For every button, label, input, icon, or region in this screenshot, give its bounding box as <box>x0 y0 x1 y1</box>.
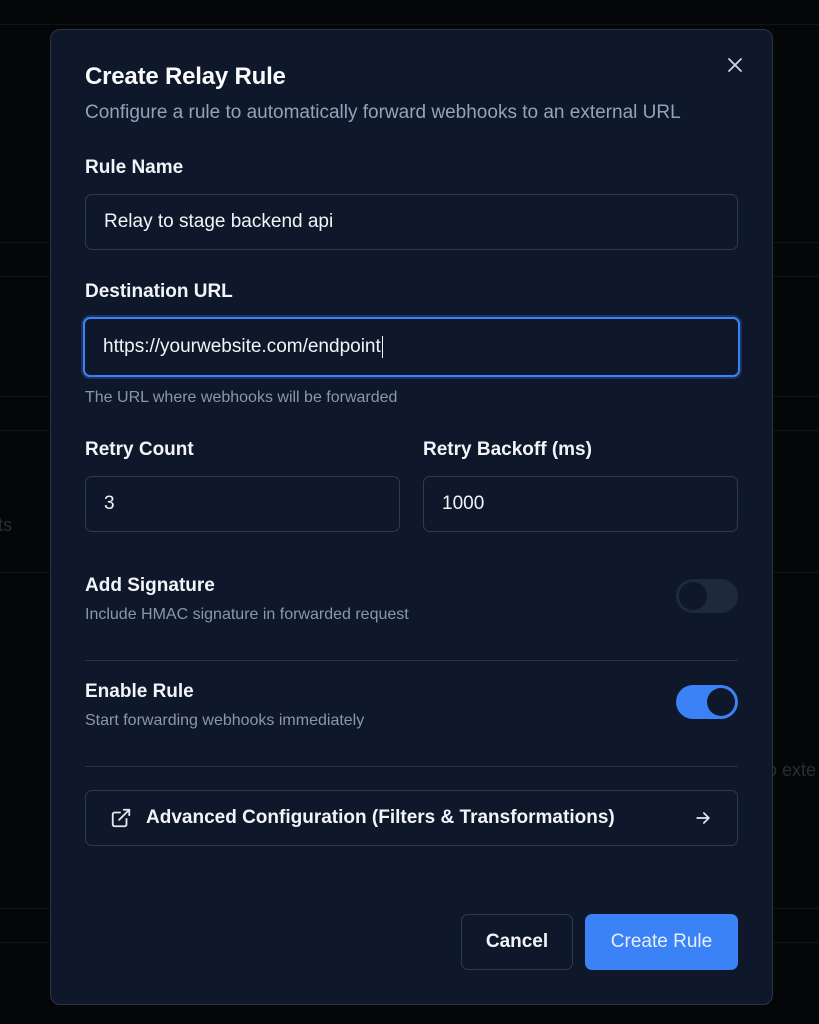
toggle-knob <box>679 582 707 610</box>
retry-backoff-label: Retry Backoff (ms) <box>423 439 592 460</box>
add-signature-label: Add Signature <box>85 575 215 596</box>
section-divider <box>85 660 738 661</box>
rule-name-label: Rule Name <box>85 157 184 178</box>
background-text-fragment: o exte <box>767 760 817 780</box>
retry-count-input[interactable]: 3 <box>85 476 400 532</box>
enable-rule-toggle[interactable] <box>676 685 738 719</box>
advanced-configuration-button[interactable]: Advanced Configuration (Filters & Transf… <box>85 790 738 846</box>
retry-backoff-input[interactable]: 1000 <box>423 476 738 532</box>
retry-count-value: 3 <box>104 493 115 514</box>
add-signature-description: Include HMAC signature in forwarded requ… <box>85 606 409 623</box>
add-signature-toggle[interactable] <box>676 579 738 613</box>
section-divider <box>85 766 738 767</box>
retry-count-label: Retry Count <box>85 439 194 460</box>
arrow-right-icon <box>693 808 713 828</box>
text-caret <box>381 336 383 358</box>
background-divider <box>0 24 819 25</box>
destination-url-help: The URL where webhooks will be forwarded <box>85 389 398 406</box>
close-button[interactable] <box>724 54 746 76</box>
external-link-icon <box>111 808 131 828</box>
advanced-configuration-label: Advanced Configuration (Filters & Transf… <box>146 807 615 828</box>
destination-url-label: Destination URL <box>85 281 233 302</box>
cancel-button[interactable]: Cancel <box>461 914 573 970</box>
background-text-fragment: ts <box>0 515 13 535</box>
close-icon <box>728 58 742 72</box>
toggle-knob <box>707 688 735 716</box>
dialog-subtitle: Configure a rule to automatically forwar… <box>85 102 681 123</box>
rule-name-value: Relay to stage backend api <box>104 211 334 232</box>
enable-rule-description: Start forwarding webhooks immediately <box>85 712 365 729</box>
create-relay-rule-dialog: Create Relay Rule Configure a rule to au… <box>50 29 773 1005</box>
rule-name-input[interactable]: Relay to stage backend api <box>85 194 738 250</box>
enable-rule-label: Enable Rule <box>85 681 194 702</box>
retry-backoff-value: 1000 <box>442 493 485 514</box>
create-rule-button[interactable]: Create Rule <box>585 914 738 970</box>
destination-url-value: https://yourwebsite.com/endpoint <box>103 336 381 357</box>
dialog-title: Create Relay Rule <box>85 63 286 90</box>
destination-url-input[interactable]: https://yourwebsite.com/endpoint <box>83 317 740 377</box>
